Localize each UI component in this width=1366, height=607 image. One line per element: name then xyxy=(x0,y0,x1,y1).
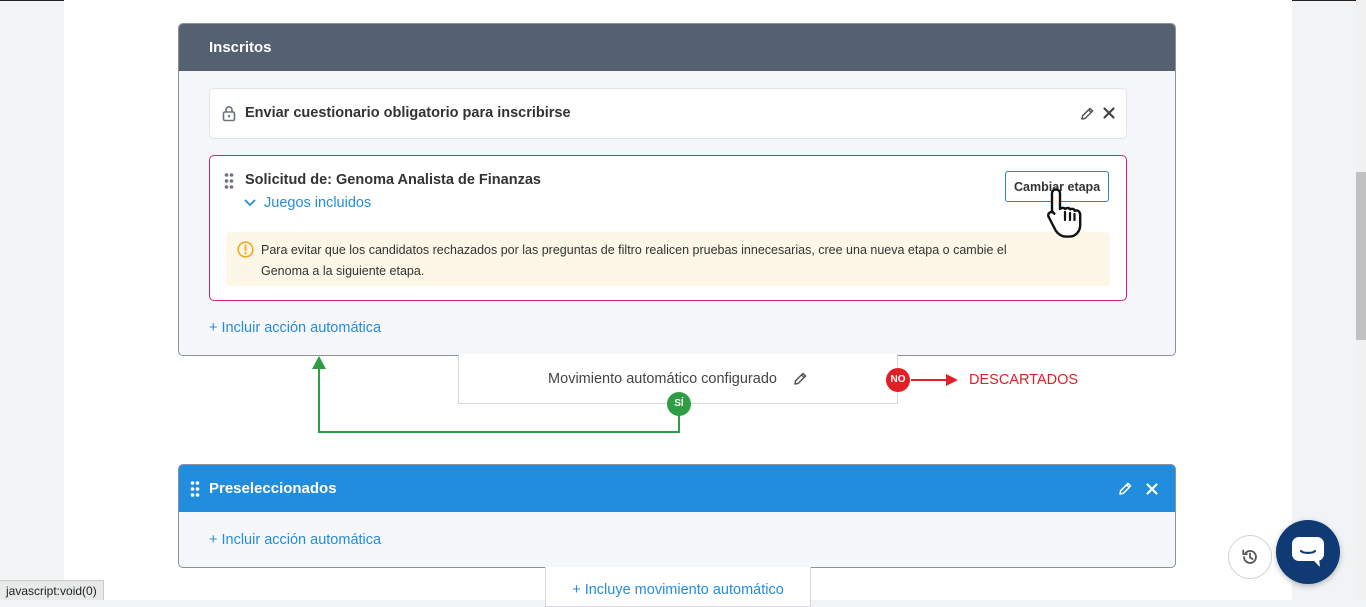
yes-badge: SÍ xyxy=(667,392,691,416)
include-movement-box: + Incluye movimiento automático xyxy=(545,567,811,607)
chat-icon xyxy=(1291,536,1325,568)
drag-handle-icon[interactable] xyxy=(190,480,200,498)
chat-button[interactable] xyxy=(1276,520,1340,584)
browser-status-bar: javascript:void(0) xyxy=(0,580,104,600)
history-button[interactable] xyxy=(1228,535,1272,579)
add-automatic-action-link[interactable]: + Incluir acción automática xyxy=(209,532,381,548)
discarded-stage-label: DESCARTADOS xyxy=(969,372,1079,388)
include-auto-movement-link[interactable]: + Incluye movimiento automático xyxy=(572,582,784,598)
stage-card-preseleccionados: Preseleccionados + Incluir acción automá… xyxy=(178,464,1176,568)
stage-header-preseleccionados: Preseleccionados xyxy=(179,465,1175,512)
no-badge: NO xyxy=(886,368,910,392)
stage-title: Preseleccionados xyxy=(209,480,337,497)
history-icon xyxy=(1240,547,1260,567)
arrow-up-icon xyxy=(312,356,326,369)
close-icon[interactable] xyxy=(1145,482,1159,496)
pencil-icon[interactable] xyxy=(1118,481,1133,496)
arrow-right-icon xyxy=(946,374,958,386)
